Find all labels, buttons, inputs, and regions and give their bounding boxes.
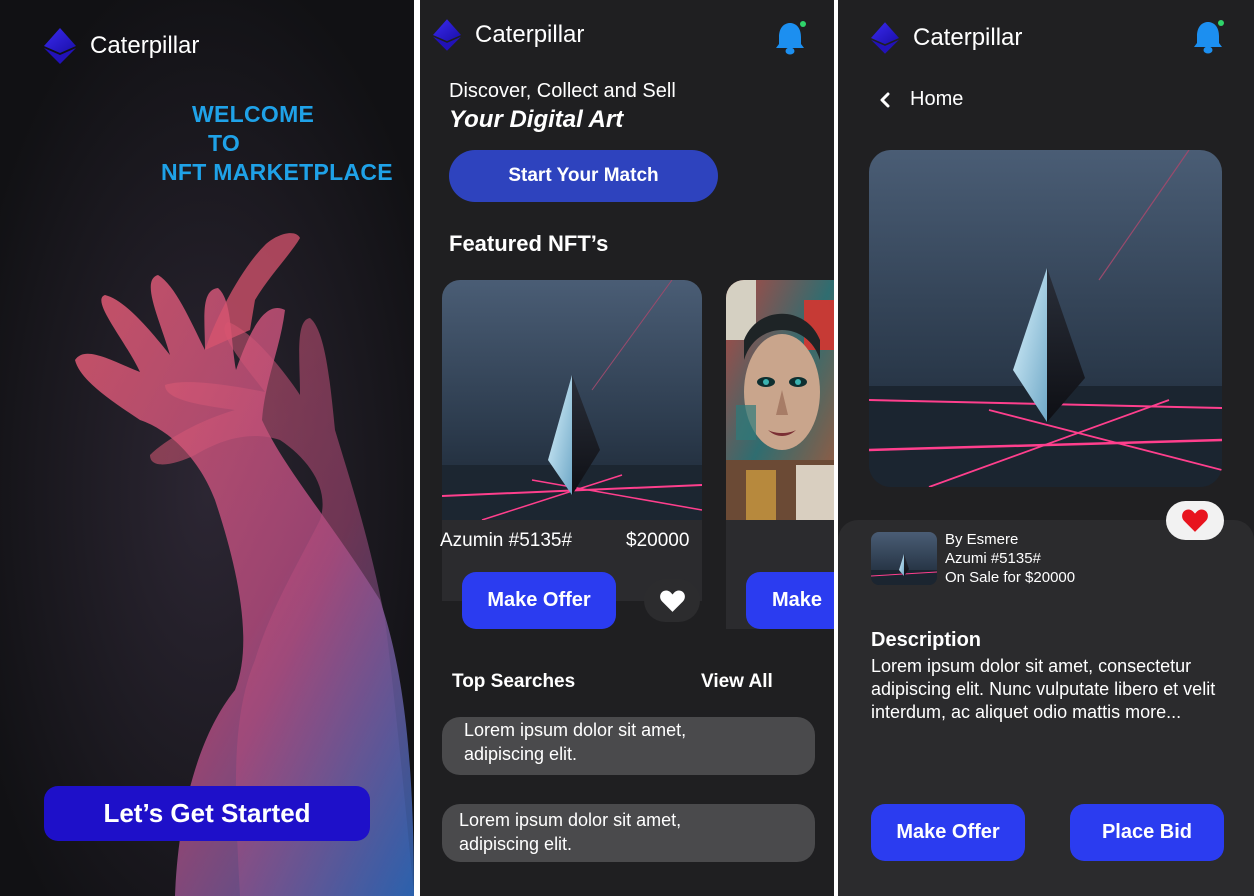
- nft-item-name: Azumi #5135#: [945, 550, 1041, 567]
- home-screen: Caterpillar Discover, Collect and Sell Y…: [420, 0, 834, 896]
- crystal-artwork: [442, 280, 702, 520]
- top-searches-label: Top Searches: [452, 671, 576, 692]
- welcome-line-2: TO: [208, 130, 241, 156]
- back-label: Home: [910, 88, 964, 110]
- search-line-1: Lorem ipsum dolor sit amet,: [459, 810, 682, 830]
- bell-icon[interactable]: [774, 19, 808, 55]
- brand[interactable]: Caterpillar: [433, 17, 584, 53]
- ethereum-diamond-icon: [871, 22, 899, 54]
- description-body: Lorem ipsum dolor sit amet, consectetur …: [871, 656, 1216, 722]
- back-home-link[interactable]: Home: [878, 88, 963, 111]
- welcome-screen: Caterpillar WELCOME TO NFT MARKETPLACE L…: [0, 0, 414, 896]
- hero-image: [869, 150, 1222, 487]
- brand-name: Caterpillar: [913, 24, 1023, 51]
- like-button[interactable]: [1166, 501, 1224, 540]
- nft-card[interactable]: [442, 280, 702, 601]
- search-line-1: Lorem ipsum dolor sit amet,: [464, 720, 687, 740]
- portrait-artwork: [726, 280, 834, 520]
- description-title: Description: [871, 629, 982, 651]
- start-match-button[interactable]: Start Your Match: [449, 150, 718, 202]
- chevron-left-icon: [880, 92, 890, 107]
- card-name: Azumin #5135#: [440, 530, 573, 551]
- search-result-item[interactable]: Lorem ipsum dolor sit amet, adipiscing e…: [442, 804, 815, 862]
- ethereum-diamond-icon: [44, 28, 76, 64]
- search-line-2: adipiscing elit.: [464, 744, 578, 764]
- ethereum-diamond-icon: [433, 19, 461, 51]
- make-offer-button[interactable]: Make: [746, 572, 834, 629]
- search-result-item[interactable]: Lorem ipsum dolor sit amet, adipiscing e…: [442, 717, 815, 775]
- card-price: $20000: [626, 530, 690, 551]
- welcome-line-3: NFT MARKETPLACE: [161, 159, 393, 185]
- search-line-2: adipiscing elit.: [459, 834, 573, 854]
- tagline-bottom: Your Digital Art: [449, 106, 624, 133]
- welcome-line-1: WELCOME: [192, 101, 315, 127]
- brand[interactable]: Caterpillar: [871, 20, 1022, 56]
- brand-name: Caterpillar: [475, 21, 585, 48]
- nft-thumbnail: [871, 532, 937, 585]
- tagline-top: Discover, Collect and Sell: [449, 80, 676, 102]
- make-offer-button[interactable]: Make Offer: [871, 804, 1025, 861]
- like-button[interactable]: [644, 579, 700, 622]
- heart-icon: [1182, 509, 1208, 532]
- nft-sale-price: On Sale for $20000: [945, 569, 1076, 586]
- crystal-thumbnail: [871, 532, 937, 585]
- view-all-link[interactable]: View All: [701, 671, 773, 693]
- brand-name: Caterpillar: [90, 32, 200, 59]
- hands-artwork: [0, 0, 414, 896]
- place-bid-button[interactable]: Place Bid: [1070, 804, 1224, 861]
- brand[interactable]: Caterpillar: [44, 28, 199, 64]
- heart-icon: [659, 589, 685, 612]
- nft-author: By Esmere: [945, 531, 1019, 548]
- bell-icon[interactable]: [1192, 18, 1226, 54]
- get-started-button[interactable]: Let’s Get Started: [44, 786, 370, 841]
- detail-screen: Caterpillar Home By Esmere Azumi #5135# …: [838, 0, 1254, 896]
- crystal-artwork: [869, 150, 1222, 487]
- featured-title: Featured NFT’s: [449, 231, 609, 256]
- make-offer-button[interactable]: Make Offer: [462, 572, 616, 629]
